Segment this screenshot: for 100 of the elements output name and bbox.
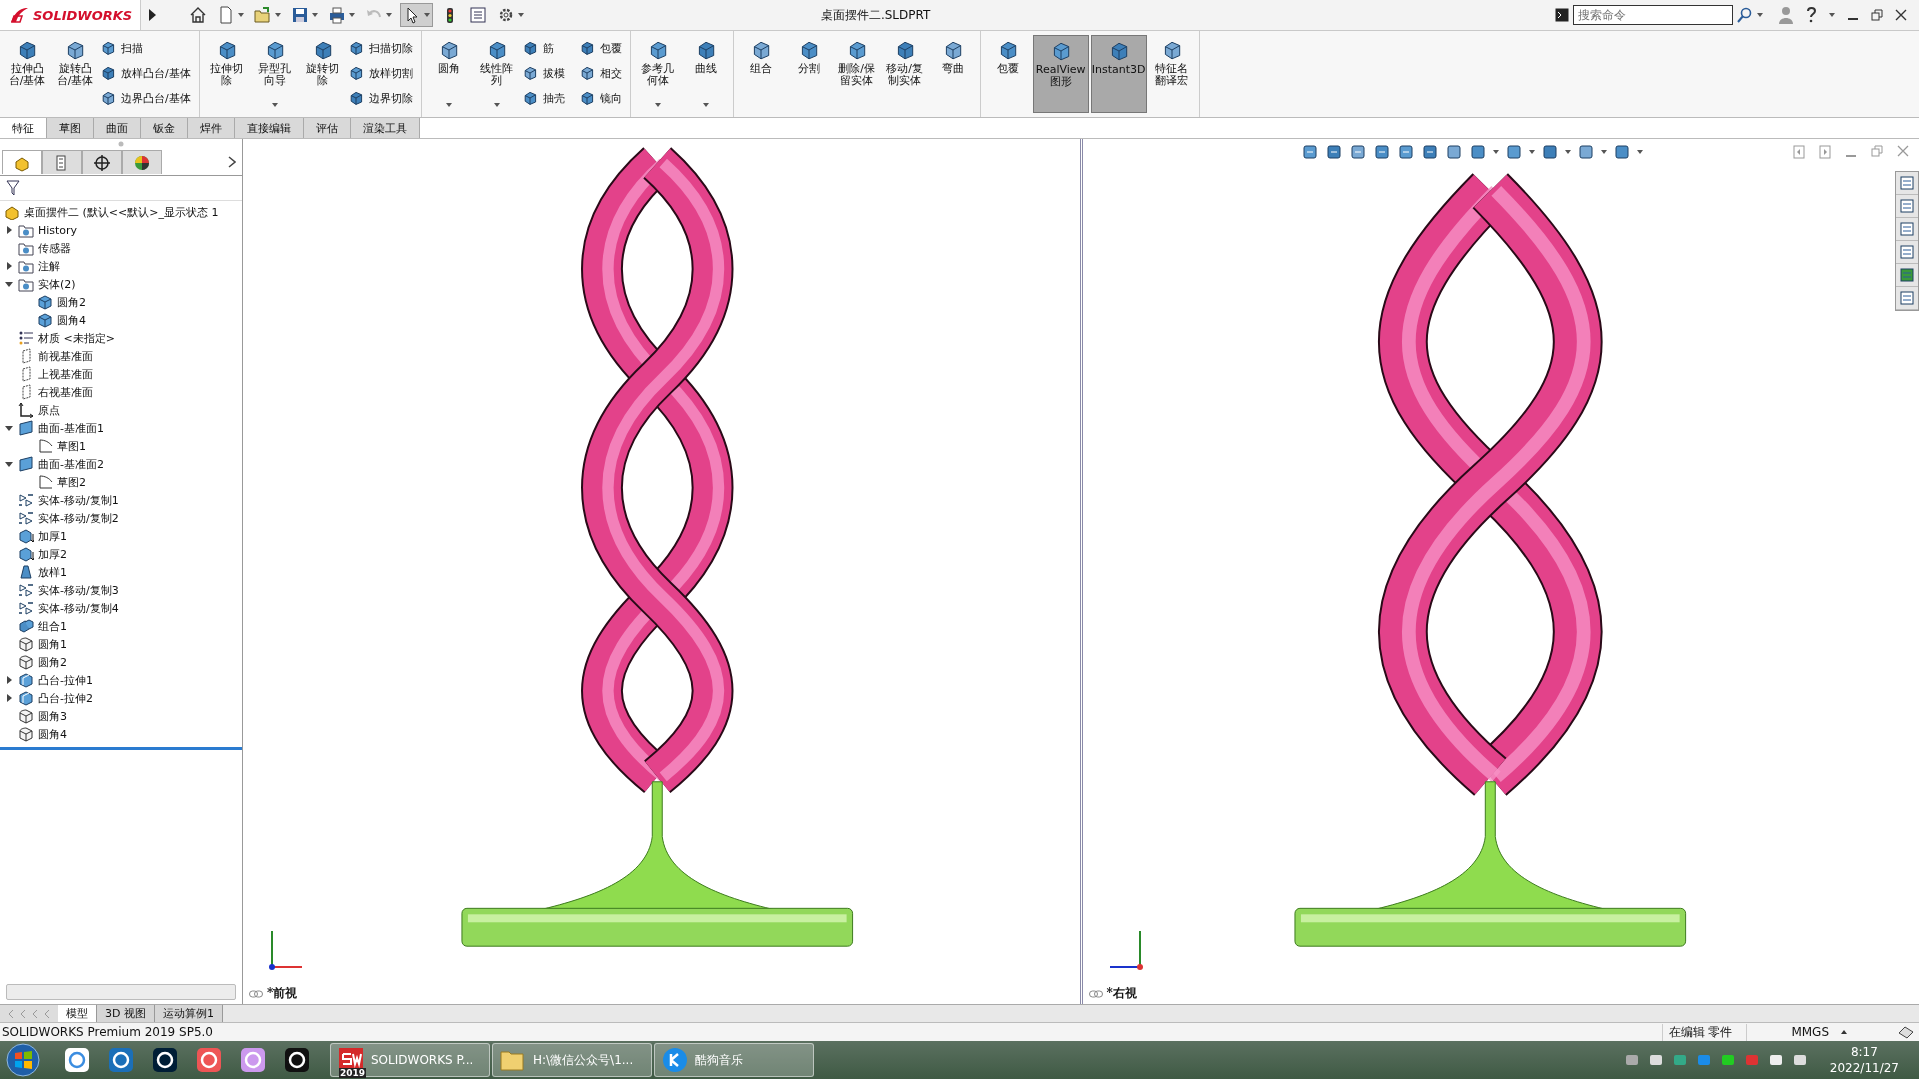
expand-arrow-icon[interactable] (147, 8, 158, 22)
start-button-icon[interactable] (6, 1043, 40, 1077)
bottom-tab[interactable]: 运动算例1 (154, 1005, 223, 1022)
restore-icon[interactable] (1871, 9, 1883, 21)
ribbon-tab[interactable]: 焊件 (188, 118, 235, 138)
chevron-right-icon[interactable] (228, 156, 236, 168)
caret-icon[interactable] (493, 103, 500, 107)
caret-icon[interactable] (1600, 150, 1607, 154)
caret-icon[interactable] (518, 13, 525, 17)
app-logo[interactable]: SOLIDWORKS (0, 0, 142, 30)
caret-icon[interactable] (1564, 150, 1571, 154)
ribbon-button[interactable]: 相交 (578, 62, 626, 84)
ribbon-tab[interactable]: 直接编辑 (235, 118, 304, 138)
tree-item[interactable]: 加厚1 (38, 528, 67, 544)
panel-tab[interactable] (82, 150, 122, 174)
tree-item[interactable]: 实体-移动/复制4 (38, 600, 119, 616)
bottom-tab[interactable]: 模型 (58, 1005, 97, 1022)
tree-item[interactable]: 传感器 (38, 240, 71, 256)
tree-item[interactable]: 放样1 (38, 564, 67, 580)
tree-item[interactable]: 圆角1 (38, 636, 67, 652)
expand-caret-icon[interactable] (4, 225, 14, 235)
horizontal-scrollbar[interactable] (6, 984, 236, 1000)
clock-date[interactable]: 2022/11/27 (1829, 1060, 1899, 1076)
ribbon-button[interactable]: 筋 (521, 37, 569, 59)
rebuild-icon[interactable] (1897, 1025, 1915, 1039)
ribbon-tab[interactable]: 评估 (304, 118, 351, 138)
caret-icon[interactable] (275, 13, 282, 17)
tree-item[interactable]: 圆角4 (57, 312, 86, 328)
ribbon-button[interactable]: 参考几何体 (634, 35, 681, 113)
ribbon-button[interactable]: 放样切割 (347, 62, 417, 84)
clock-time[interactable]: 8:17 (1850, 1044, 1878, 1060)
tree-item[interactable]: 右视基准面 (38, 384, 93, 400)
units-selector[interactable]: MMGS (1747, 1025, 1897, 1039)
tree-item[interactable]: 注解 (38, 258, 60, 274)
caret-icon[interactable] (271, 103, 278, 107)
print-icon[interactable] (328, 6, 347, 24)
caret-icon[interactable] (654, 103, 661, 107)
taskbar-button[interactable]: 酷狗音乐 (654, 1043, 814, 1077)
tree-item[interactable]: 材质 <未指定> (38, 330, 115, 346)
ribbon-tab[interactable]: 草图 (47, 118, 94, 138)
expand-caret-icon[interactable] (4, 261, 14, 271)
caret-icon[interactable] (386, 13, 393, 17)
tree-item[interactable]: 圆角4 (38, 726, 67, 742)
tree-item[interactable]: 圆角2 (57, 294, 86, 310)
ribbon-tab[interactable]: 曲面 (94, 118, 141, 138)
filter-icon[interactable] (6, 180, 20, 196)
ribbon-button[interactable]: 包覆 (578, 37, 626, 59)
tree-item[interactable]: 凸台-拉伸1 (38, 672, 93, 688)
caret-icon[interactable] (1829, 13, 1835, 17)
tree-root-label[interactable]: 桌面摆件二 (默认<<默认>_显示状态 1 (24, 204, 219, 220)
caret-icon[interactable] (312, 13, 319, 17)
caret-icon[interactable] (424, 13, 431, 17)
ribbon-button[interactable]: 拔模 (521, 62, 569, 84)
help-icon[interactable] (1805, 6, 1817, 24)
tree-item[interactable]: 圆角2 (38, 654, 67, 670)
collapse-caret-icon[interactable] (4, 459, 14, 469)
tree-item[interactable]: 曲面-基准面1 (38, 420, 104, 436)
tree-item[interactable]: 组合1 (38, 618, 67, 634)
caret-icon[interactable] (702, 103, 709, 107)
user-icon[interactable] (1779, 6, 1793, 24)
panel-tab[interactable] (122, 150, 162, 174)
save-icon[interactable] (291, 6, 310, 24)
tree-item[interactable]: 草图2 (57, 474, 86, 490)
caret-icon[interactable] (238, 13, 245, 17)
caret-icon[interactable] (349, 13, 356, 17)
ribbon-button[interactable]: 镜向 (578, 87, 626, 109)
caret-icon[interactable] (1492, 150, 1499, 154)
tree-item[interactable]: 凸台-拉伸2 (38, 690, 93, 706)
ribbon-button[interactable]: 扫描切除 (347, 37, 417, 59)
collapse-caret-icon[interactable] (4, 279, 14, 289)
ribbon-button[interactable]: 旋转切除 (299, 35, 346, 113)
tree-item[interactable]: History (38, 223, 78, 237)
collapse-handle-icon[interactable] (118, 141, 124, 147)
tree-item[interactable]: 原点 (38, 402, 60, 418)
ribbon-button[interactable]: 放样凸台/基体 (100, 62, 195, 84)
taskbar-button[interactable]: 2019 SOLIDWORKS P... (330, 1043, 490, 1077)
tree-item[interactable]: 草图1 (57, 438, 86, 454)
ribbon-tab[interactable]: 渲染工具 (351, 118, 420, 138)
ribbon-button[interactable]: Instant3D (1090, 35, 1147, 113)
tree-item[interactable]: 实体(2) (38, 276, 76, 292)
taskbar-button[interactable]: H:\微信公众号\1... (492, 1043, 652, 1077)
caret-icon[interactable] (445, 103, 452, 107)
caret-icon[interactable] (1528, 150, 1535, 154)
expand-caret-icon[interactable] (4, 693, 14, 703)
ribbon-button[interactable]: 拉伸切除 (203, 35, 250, 113)
tree-item[interactable]: 实体-移动/复制1 (38, 492, 119, 508)
ribbon-button[interactable]: 拉伸凸台/基体 (4, 35, 50, 113)
expand-caret-icon[interactable] (4, 675, 14, 685)
ribbon-button[interactable]: 移动/复制实体 (881, 35, 928, 113)
ribbon-button[interactable]: 边界凸台/基体 (100, 87, 195, 109)
tree-item[interactable]: 加厚2 (38, 546, 67, 562)
ribbon-button[interactable]: 边界切除 (347, 87, 417, 109)
caret-icon[interactable] (1757, 13, 1763, 17)
bottom-tab[interactable]: 3D 视图 (97, 1005, 155, 1022)
list-options-icon[interactable] (469, 6, 488, 24)
ribbon-button[interactable]: RealView图形 (1032, 35, 1089, 113)
ribbon-button[interactable]: 包覆 (984, 35, 1031, 113)
caret-icon[interactable] (1636, 150, 1643, 154)
close-icon[interactable] (1895, 9, 1907, 21)
tree-item[interactable]: 实体-移动/复制3 (38, 582, 119, 598)
